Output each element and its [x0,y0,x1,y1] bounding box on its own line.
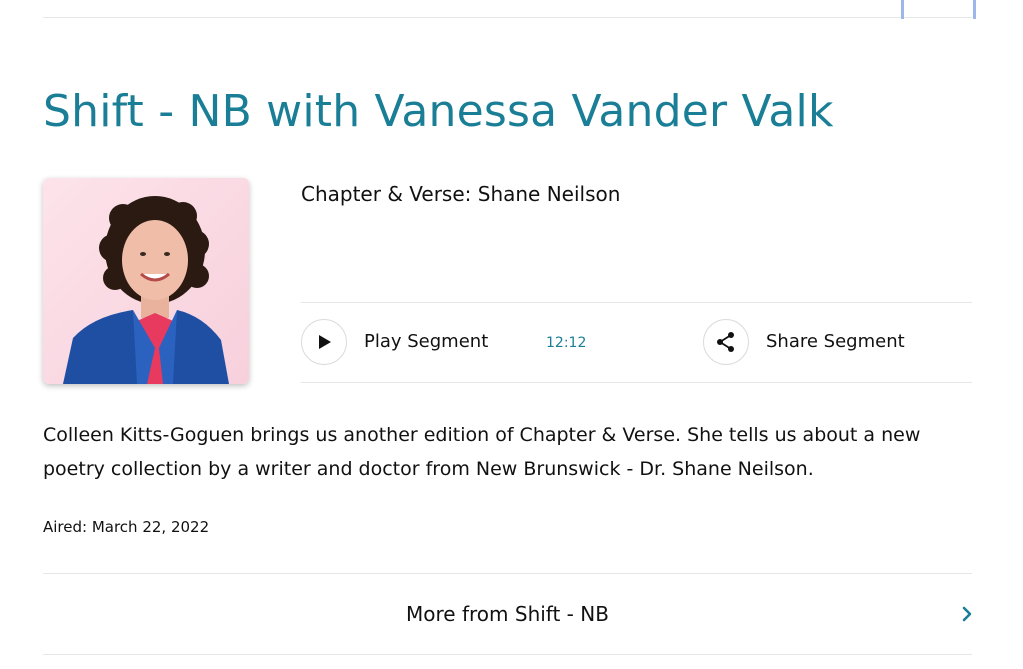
share-icon [717,332,734,352]
segment-description: Colleen Kitts-Goguen brings us another e… [43,424,921,480]
chevron-right-icon [962,606,972,622]
aired-date: Aired: March 22, 2022 [43,518,210,536]
top-divider [43,17,972,18]
more-divider-bottom [43,654,972,655]
top-accent-bar-left [901,0,904,19]
controls-divider-bottom [301,382,972,383]
controls-divider-top [301,302,972,303]
play-segment-label[interactable]: Play Segment [364,331,488,352]
share-button[interactable] [703,319,749,365]
more-from-show-link[interactable]: More from Shift - NB [43,574,972,654]
show-title: Shift - NB with Vanessa Vander Valk [43,86,834,137]
more-from-show-label: More from Shift - NB [406,602,609,626]
play-button[interactable] [301,319,347,365]
host-photo [43,178,249,384]
segment-duration: 12:12 [546,335,587,351]
top-accent-bar-right [973,0,976,19]
share-segment-label[interactable]: Share Segment [766,331,905,352]
segment-title[interactable]: Chapter & Verse: Shane Neilson [301,182,620,206]
play-icon [319,335,331,349]
